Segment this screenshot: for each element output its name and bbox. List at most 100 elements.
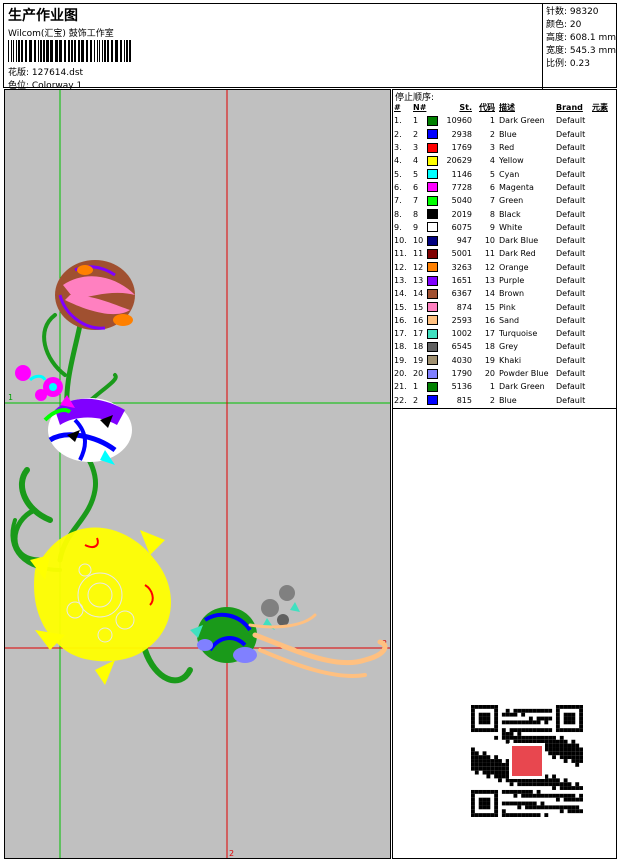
row-stitches: 2019 — [451, 209, 472, 219]
row-description: Dark Green — [499, 116, 545, 126]
table-row: 21. 1 5136 1 Dark Green Default — [394, 380, 608, 393]
row-brand: Default — [556, 355, 586, 365]
color-swatch — [427, 129, 438, 140]
row-code: 11 — [484, 249, 495, 259]
row-description: Brown — [499, 289, 525, 299]
row-index: 14. — [394, 289, 407, 299]
table-row: 5. 5 1146 5 Cyan Default — [394, 167, 608, 180]
row-index: 10. — [394, 236, 407, 246]
embroidery-preview: 1 2 2 — [5, 90, 390, 858]
color-swatch — [427, 395, 438, 406]
row-index: 19. — [394, 355, 407, 365]
table-row: 1. 1 10960 1 Dark Green Default — [394, 114, 608, 127]
row-stitches: 1790 — [451, 369, 472, 379]
row-needle: 4 — [413, 156, 419, 166]
row-index: 9. — [394, 222, 402, 232]
row-brand: Default — [556, 276, 586, 285]
company-name: Wilcom(汇宝) 鼓饰工作室 — [8, 29, 114, 39]
row-stitches: 20629 — [446, 156, 472, 166]
row-description: Blue — [499, 395, 517, 405]
row-brand: Default — [556, 342, 586, 352]
row-needle: 2 — [413, 395, 419, 405]
color-swatch — [427, 381, 438, 392]
row-brand: Default — [556, 369, 586, 379]
row-brand: Default — [556, 156, 586, 166]
table-row: 17. 17 1002 17 Turquoise Default — [394, 327, 608, 340]
row-description: Blue — [499, 129, 517, 139]
col-description: 描述 — [499, 103, 515, 113]
qr-code[interactable] — [471, 705, 583, 817]
row-code: 20 — [484, 369, 495, 379]
color-swatch — [427, 115, 438, 126]
design-canvas[interactable]: 1 2 2 — [4, 89, 391, 859]
row-stitches: 6367 — [451, 289, 472, 299]
row-needle: 1 — [413, 382, 419, 392]
row-code: 18 — [484, 342, 495, 352]
header: 生产作业图 Wilcom(汇宝) 鼓饰工作室 花版: 127614.dst 色位… — [3, 3, 618, 91]
table-row: 6. 6 7728 6 Magenta Default — [394, 181, 608, 194]
stamp-seal — [512, 746, 542, 776]
row-brand: Default — [556, 315, 586, 325]
row-index: 6. — [394, 182, 402, 192]
design-stats: 针数: 98320 颜色: 20 高度: 608.1 mm 宽度: 545.3 … — [542, 4, 618, 89]
row-stitches: 5136 — [451, 382, 472, 392]
color-swatch — [427, 368, 438, 379]
row-brand: Default — [556, 262, 586, 272]
color-swatch — [427, 169, 438, 180]
row-brand: Default — [556, 143, 586, 153]
row-stitches: 10960 — [446, 116, 472, 126]
row-index: 15. — [394, 302, 407, 312]
row-description: Purple — [499, 276, 525, 285]
color-swatch — [427, 262, 438, 273]
col-element: 元素 — [592, 103, 608, 113]
axis-label-bottom: 2 — [229, 849, 234, 858]
color-swatch — [427, 235, 438, 246]
row-code: 3 — [489, 143, 495, 153]
row-stitches: 5040 — [451, 196, 472, 206]
col-stitches: St. — [459, 103, 472, 113]
row-stitches: 3263 — [451, 262, 472, 272]
row-code: 17 — [484, 329, 495, 339]
row-code: 8 — [489, 209, 495, 219]
row-index: 2. — [394, 129, 402, 139]
row-description: Powder Blue — [499, 369, 549, 379]
row-code: 9 — [489, 222, 495, 232]
color-swatch — [427, 142, 438, 153]
stitch-count: 针数: 98320 — [546, 7, 599, 17]
row-description: Dark Green — [499, 382, 545, 392]
row-index: 1. — [394, 116, 402, 126]
top-rose — [55, 260, 135, 330]
row-stitches: 6075 — [451, 222, 472, 232]
stop-sequence-panel: 停止顺序: # N# St. 代码 描述 Brand 元素 1. 1 10960 1 D… — [392, 89, 617, 859]
row-brand: Default — [556, 116, 586, 126]
row-description: Black — [499, 209, 521, 219]
table-row: 14. 14 6367 14 Brown Default — [394, 287, 608, 300]
row-index: 18. — [394, 342, 407, 352]
row-brand: Default — [556, 222, 586, 232]
row-code: 5 — [489, 169, 495, 179]
color-swatch — [427, 195, 438, 206]
col-needle: N# — [413, 103, 427, 113]
row-needle: 3 — [413, 143, 419, 153]
table-row: 20. 20 1790 20 Powder Blue Default — [394, 367, 608, 380]
color-swatch — [427, 355, 438, 366]
table-row: 13. 13 1651 13 Purple Default — [394, 274, 608, 287]
row-brand: Default — [556, 196, 586, 206]
row-brand: Default — [556, 182, 586, 192]
row-index: 21. — [394, 382, 407, 392]
row-description: Magenta — [499, 182, 534, 192]
thread-table: # N# St. 代码 描述 Brand 元素 1. 1 10960 1 Dark Gr… — [394, 101, 608, 407]
table-row: 2. 2 2938 2 Blue Default — [394, 128, 608, 141]
row-needle: 20 — [413, 369, 424, 379]
row-description: Sand — [499, 315, 520, 325]
table-row: 4. 4 20629 4 Yellow Default — [394, 154, 608, 167]
color-swatch — [427, 341, 438, 352]
row-stitches: 947 — [456, 236, 472, 246]
barcode — [8, 40, 131, 62]
color-swatch — [427, 302, 438, 313]
row-index: 11. — [394, 249, 407, 259]
row-description: Grey — [499, 342, 518, 352]
color-swatch — [427, 182, 438, 193]
row-code: 16 — [484, 315, 495, 325]
row-index: 13. — [394, 276, 407, 285]
